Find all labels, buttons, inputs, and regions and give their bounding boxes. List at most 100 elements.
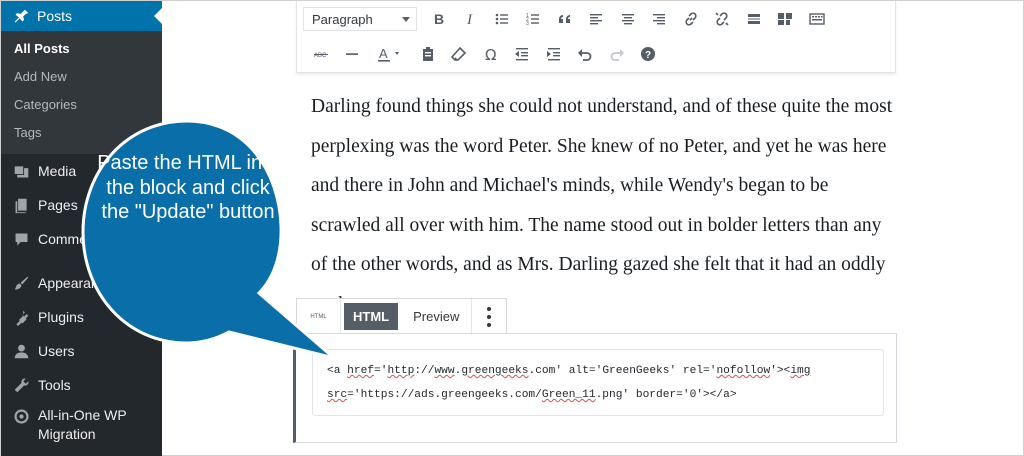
brush-icon [11, 273, 31, 293]
submenu-tags[interactable]: Tags [1, 119, 162, 147]
bold-button[interactable]: B [423, 6, 455, 32]
horizontal-line-button[interactable] [337, 41, 369, 67]
bullet-list-button[interactable] [486, 6, 518, 32]
text-color-button[interactable]: A [368, 41, 412, 67]
redo-button[interactable] [601, 41, 633, 67]
numbered-list-icon: 123 [526, 13, 540, 27]
read-more-button[interactable] [738, 6, 770, 32]
keyboard-icon [809, 13, 825, 25]
more-vertical-icon [487, 305, 492, 329]
submenu-categories[interactable]: Categories [1, 91, 162, 119]
sidebar-item-label: Media [38, 163, 77, 179]
user-icon [11, 341, 31, 361]
text-color-icon: A [378, 46, 399, 62]
blockquote-button[interactable] [549, 6, 581, 32]
plugin-icon [11, 307, 31, 327]
quote-icon [558, 15, 570, 23]
sidebar-item-label: Posts [37, 8, 73, 24]
svg-text:I: I [466, 12, 473, 27]
toolbar-row-2: ABC A Ω ? [305, 38, 664, 70]
sidebar-item-tools[interactable]: Tools [1, 368, 162, 402]
align-right-button[interactable] [644, 6, 676, 32]
preview-tab[interactable]: Preview [401, 299, 473, 334]
posts-submenu: All Posts Add New Categories Tags [1, 31, 162, 154]
menu-separator [1, 256, 162, 266]
migration-icon [11, 406, 31, 426]
pages-icon [11, 195, 31, 215]
read-more-icon [747, 14, 760, 24]
increase-indent-button[interactable] [538, 41, 570, 67]
align-center-button[interactable] [612, 6, 644, 32]
toolbar-toggle-button[interactable] [770, 6, 802, 32]
wrench-icon [11, 375, 31, 395]
comments-icon [11, 229, 31, 249]
html-block-toolbar: HTML HTML Preview [296, 298, 508, 334]
submenu-all-posts[interactable]: All Posts [1, 35, 162, 63]
media-icon [11, 161, 31, 181]
numbered-list-button[interactable]: 123 [518, 6, 550, 32]
svg-text:?: ? [645, 50, 651, 61]
submenu-add-new[interactable]: Add New [1, 63, 162, 91]
link-icon [685, 12, 697, 26]
admin-sidebar: Posts All Posts Add New Categories Tags … [1, 1, 162, 456]
redo-icon [610, 49, 624, 61]
undo-button[interactable] [570, 41, 602, 67]
html-code-input[interactable]: <a href='http://www.greengeeks.com' alt=… [312, 349, 884, 416]
svg-text:B: B [434, 11, 444, 27]
special-character-button[interactable]: Ω [475, 41, 507, 67]
sidebar-item-label: Plugins [38, 309, 84, 325]
sidebar-item-posts[interactable]: Posts [1, 1, 162, 31]
sidebar-item-users[interactable]: Users [1, 334, 162, 368]
svg-text:ABC: ABC [314, 53, 327, 59]
pin-icon [11, 6, 31, 26]
clipboard-icon [422, 47, 433, 61]
svg-text:A: A [379, 46, 388, 61]
more-options-button[interactable] [472, 299, 506, 334]
clear-formatting-button[interactable] [444, 41, 476, 67]
strikethrough-button[interactable]: ABC [305, 41, 337, 67]
help-button[interactable]: ? [633, 41, 665, 67]
strikethrough-icon: ABC [313, 53, 328, 59]
bold-icon: B [434, 11, 444, 27]
sidebar-item-label: Tools [38, 377, 71, 393]
eraser-icon [451, 46, 467, 61]
format-select-value: Paragraph [312, 11, 373, 27]
custom-html-block: <a href='http://www.greengeeks.com' alt=… [293, 333, 897, 443]
svg-text:3: 3 [526, 21, 529, 27]
classic-editor-toolbar: Paragraph B I 123 ABC A Ω ? [296, 1, 896, 73]
horizontal-line-icon [346, 53, 359, 55]
decrease-indent-button[interactable] [507, 41, 539, 67]
sidebar-item-label: Comments [38, 231, 106, 247]
format-select[interactable]: Paragraph [303, 7, 417, 31]
undo-icon [578, 49, 592, 61]
post-paragraph[interactable]: Darling found things she could not under… [311, 87, 901, 324]
sidebar-item-appearance[interactable]: Appearance [1, 266, 162, 300]
italic-button[interactable]: I [455, 6, 487, 32]
sidebar-item-comments[interactable]: Comments [1, 222, 162, 256]
unlink-icon [715, 12, 729, 26]
sidebar-item-plugins[interactable]: Plugins [1, 300, 162, 334]
outdent-icon [515, 48, 529, 61]
callout-text: Paste the HTML into the block and click … [97, 152, 279, 223]
sidebar-item-label: All-in-One WP Migration [38, 407, 127, 442]
bullet-list-icon [495, 13, 508, 25]
paste-text-button[interactable] [412, 41, 444, 67]
toolbar-row-1: Paragraph B I 123 [303, 3, 833, 35]
current-arrow [154, 8, 162, 24]
block-type-html-button[interactable]: HTML [297, 299, 341, 334]
indent-icon [546, 48, 560, 61]
help-icon: ? [641, 47, 656, 61]
omega-icon: Ω [485, 46, 496, 62]
sidebar-item-label: Appearance [38, 275, 114, 291]
insert-link-button[interactable] [675, 6, 707, 32]
italic-icon: I [466, 12, 473, 27]
toolbar-toggle-icon [778, 13, 793, 25]
remove-link-button[interactable] [707, 6, 739, 32]
keyboard-button[interactable] [801, 6, 833, 32]
html-tab[interactable]: HTML [344, 303, 399, 330]
align-center-icon [621, 14, 634, 25]
sidebar-item-label: Pages [38, 197, 78, 213]
sidebar-item-all-in-one-migration[interactable]: All-in-One WP Migration [1, 402, 162, 446]
sidebar-item-label: Users [38, 343, 75, 359]
align-left-button[interactable] [581, 6, 613, 32]
